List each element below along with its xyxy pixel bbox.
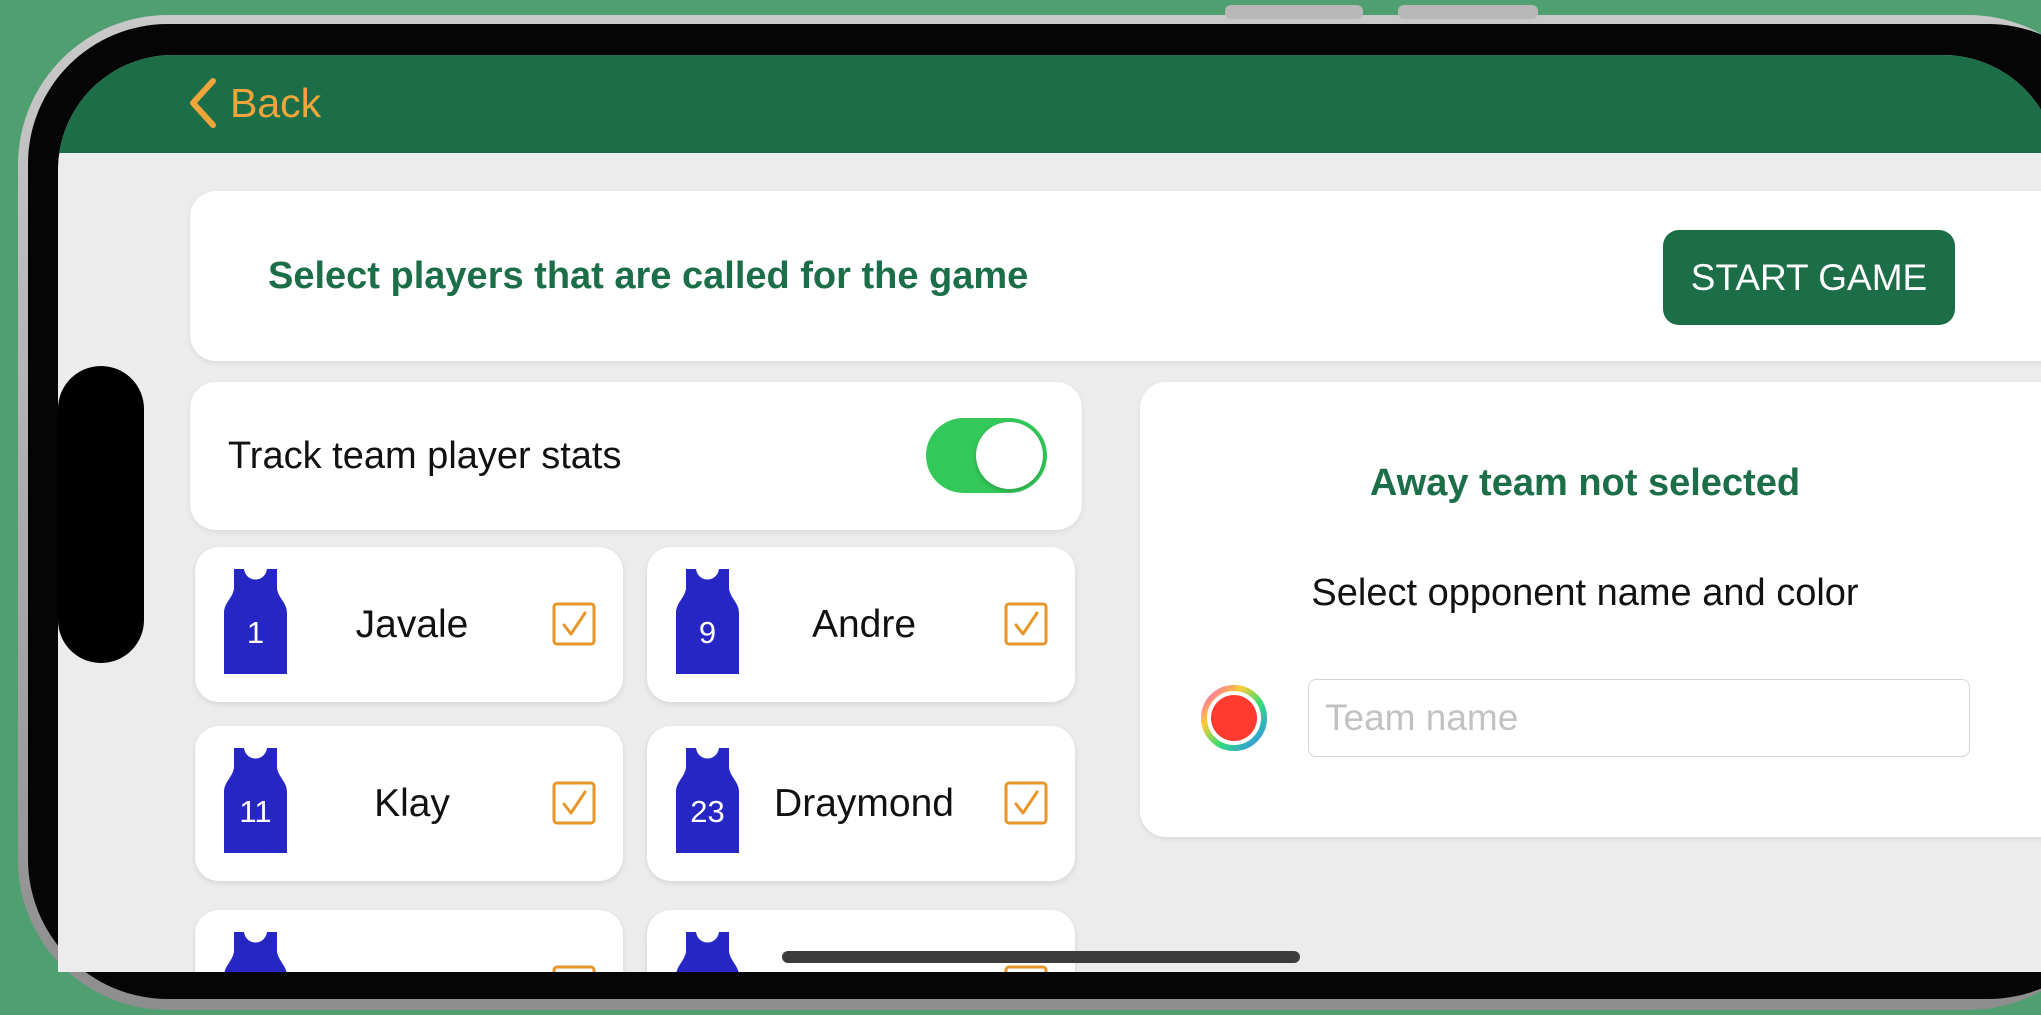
jersey-icon [676, 932, 739, 972]
player-name: Javale [355, 602, 469, 646]
page-title: Select players that are called for the g… [268, 254, 1029, 297]
toggle-knob [976, 422, 1043, 489]
checkbox-checked-icon[interactable] [1004, 965, 1048, 972]
player-card[interactable] [195, 910, 623, 972]
track-stats-card: Track team player stats [190, 382, 1082, 530]
jersey-number: 9 [699, 615, 716, 650]
away-team-card: Away team not selected Select opponent n… [1140, 382, 2041, 837]
jersey-icon: 23 [676, 748, 739, 853]
checkbox-checked-icon[interactable] [1004, 781, 1048, 825]
player-card[interactable]: 9 Andre [647, 547, 1075, 702]
device-volume-button [1398, 5, 1538, 19]
camera-cutout [58, 366, 144, 663]
header-card: Select players that are called for the g… [190, 191, 2041, 361]
track-stats-label: Track team player stats [228, 434, 622, 477]
player-card[interactable]: 11 Klay [195, 726, 623, 881]
player-card[interactable]: 23 Draymond [647, 726, 1075, 881]
back-label: Back [230, 79, 322, 126]
checkbox-checked-icon[interactable] [552, 602, 596, 646]
jersey-number: 1 [247, 615, 264, 650]
chevron-left-icon [190, 78, 216, 128]
player-name: Klay [374, 781, 450, 825]
player-card[interactable]: 1 Javale [195, 547, 623, 702]
jersey-icon [224, 932, 287, 972]
player-name: Draymond [774, 781, 954, 825]
away-team-subtitle: Select opponent name and color [1311, 572, 1859, 614]
player-name: Andre [811, 602, 917, 646]
back-button[interactable]: Back [188, 75, 321, 131]
jersey-number: 23 [690, 794, 724, 829]
away-team-title: Away team not selected [1369, 462, 1801, 504]
jersey-icon: 9 [676, 569, 739, 674]
team-name-input[interactable] [1308, 679, 1970, 757]
app-screen: Back Select players that are called for … [58, 55, 2041, 972]
checkbox-checked-icon[interactable] [552, 965, 596, 972]
jersey-icon: 1 [224, 569, 287, 674]
home-indicator[interactable] [782, 951, 1300, 963]
color-wheel-icon[interactable] [1200, 684, 1268, 752]
device-volume-button [1225, 5, 1363, 19]
checkbox-checked-icon[interactable] [552, 781, 596, 825]
checkbox-checked-icon[interactable] [1004, 602, 1048, 646]
jersey-icon: 11 [224, 748, 287, 853]
jersey-number: 11 [239, 794, 271, 829]
navigation-bar: Back [58, 55, 2041, 153]
start-game-button[interactable]: START GAME [1663, 230, 1955, 325]
track-stats-toggle[interactable] [926, 418, 1047, 493]
